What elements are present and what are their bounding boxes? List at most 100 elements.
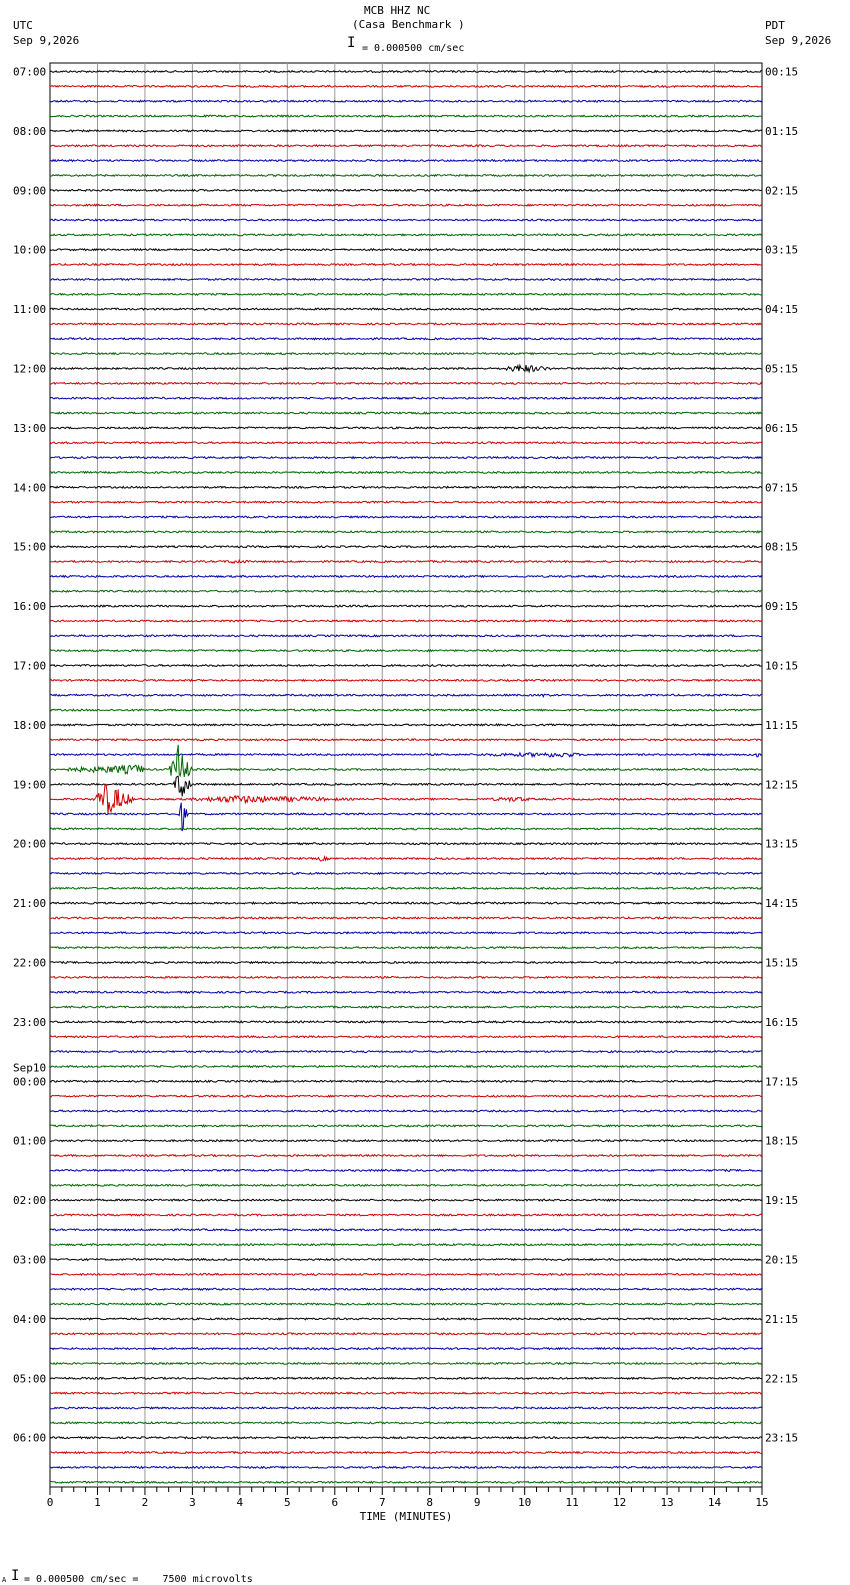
trace-line [49, 1317, 763, 1321]
trace-line [49, 1049, 763, 1054]
right-hour-label: 21:15 [765, 1313, 798, 1326]
trace-line [49, 589, 762, 594]
trace-line [50, 381, 763, 386]
trace-line [49, 1287, 763, 1292]
trace-line [49, 1465, 763, 1470]
left-hour-label: 17:00 [13, 660, 46, 673]
trace-line [49, 1109, 763, 1113]
right-hour-label: 14:15 [765, 897, 798, 910]
trace-line [49, 1272, 763, 1277]
trace-line [49, 1183, 763, 1187]
trace-line [49, 827, 763, 831]
left-hour-label: 05:00 [13, 1372, 46, 1385]
right-hour-label: 23:15 [765, 1432, 798, 1445]
trace-line [49, 1406, 763, 1410]
trace-line [49, 426, 763, 430]
trace-line [49, 1376, 763, 1381]
trace-line [49, 322, 763, 326]
trace-line [49, 1361, 763, 1366]
left-hour-label: 02:00 [13, 1194, 46, 1207]
trace-line [50, 84, 763, 89]
trace-line [49, 247, 763, 252]
trace-line [49, 114, 763, 118]
trace-line [49, 744, 763, 778]
left-hour-label: 16:00 [13, 600, 46, 613]
trace-line [50, 693, 763, 698]
trace-line [49, 1094, 763, 1098]
trace-line [49, 158, 763, 163]
x-tick-label: 13 [660, 1496, 673, 1509]
left-hour-label: 10:00 [13, 244, 46, 257]
x-tick-label: 10 [518, 1496, 531, 1509]
trace-line [49, 1421, 763, 1425]
trace-line [49, 1124, 763, 1128]
trace-line [49, 1257, 763, 1262]
trace-line [49, 1391, 763, 1395]
left-hour-label: 00:00 [13, 1075, 46, 1088]
trace-line [49, 1153, 763, 1158]
x-tick-label: 4 [237, 1496, 244, 1509]
trace-line [49, 173, 762, 178]
x-tick-label: 12 [613, 1496, 626, 1509]
trace-line [49, 544, 763, 549]
trace-line [49, 975, 763, 980]
right-hour-label: 16:15 [765, 1016, 798, 1029]
trace-line [49, 1034, 763, 1039]
trace-line [49, 363, 763, 374]
trace-line [49, 604, 763, 608]
left-hour-label: 21:00 [13, 897, 46, 910]
trace-line [49, 1138, 763, 1143]
trace-line [49, 218, 763, 222]
trace-line [49, 144, 763, 148]
right-hour-label: 09:15 [765, 600, 798, 613]
trace-line [49, 802, 763, 832]
right-hour-label: 06:15 [765, 422, 798, 435]
trace-line [49, 515, 763, 519]
trace-line [49, 470, 763, 475]
left-hour-label: 23:00 [13, 1016, 46, 1029]
trace-line [49, 411, 763, 415]
right-hour-label: 05:15 [765, 363, 798, 376]
right-hour-label: 22:15 [765, 1372, 798, 1385]
right-hour-label: 10:15 [765, 660, 798, 673]
right-hour-label: 13:15 [765, 838, 798, 851]
right-hour-label: 04:15 [765, 303, 798, 316]
trace-line [50, 751, 763, 759]
right-hour-label: 20:15 [765, 1254, 798, 1267]
left-hour-label: 11:00 [13, 303, 46, 316]
trace-line [49, 775, 763, 797]
x-tick-label: 1 [94, 1496, 101, 1509]
left-hour-label: 04:00 [13, 1313, 46, 1326]
trace-line [49, 1079, 763, 1084]
trace-line [49, 500, 763, 504]
trace-line [49, 855, 763, 862]
trace-line [49, 203, 763, 207]
trace-line [49, 277, 763, 282]
trace-line [49, 129, 763, 133]
trace-line [49, 1480, 763, 1485]
right-hour-label: 17:15 [765, 1075, 798, 1088]
trace-line [49, 708, 763, 712]
left-hour-label: 13:00 [13, 422, 46, 435]
trace-line [49, 916, 763, 920]
left-hour-label: 06:00 [13, 1432, 46, 1445]
trace-line [49, 1005, 763, 1009]
x-tick-label: 6 [331, 1496, 338, 1509]
left-hour-label: 12:00 [13, 363, 46, 376]
trace-line [49, 233, 763, 237]
x-tick-label: 2 [142, 1496, 149, 1509]
left-hour-label: 20:00 [13, 838, 46, 851]
x-tick-label: 8 [426, 1496, 433, 1509]
trace-line [49, 1198, 763, 1202]
left-hour-label: 14:00 [13, 481, 46, 494]
left-hour-label: 07:00 [13, 66, 46, 79]
trace-line [49, 648, 763, 653]
trace-line [49, 396, 763, 401]
x-axis-label: TIME (MINUTES) [360, 1510, 453, 1523]
trace-line [49, 678, 763, 683]
left-hour-label: 03:00 [13, 1254, 46, 1267]
left-hour-label: 01:00 [13, 1135, 46, 1148]
trace-line [49, 723, 762, 727]
x-tick-label: 11 [566, 1496, 579, 1509]
trace-line [49, 960, 763, 965]
